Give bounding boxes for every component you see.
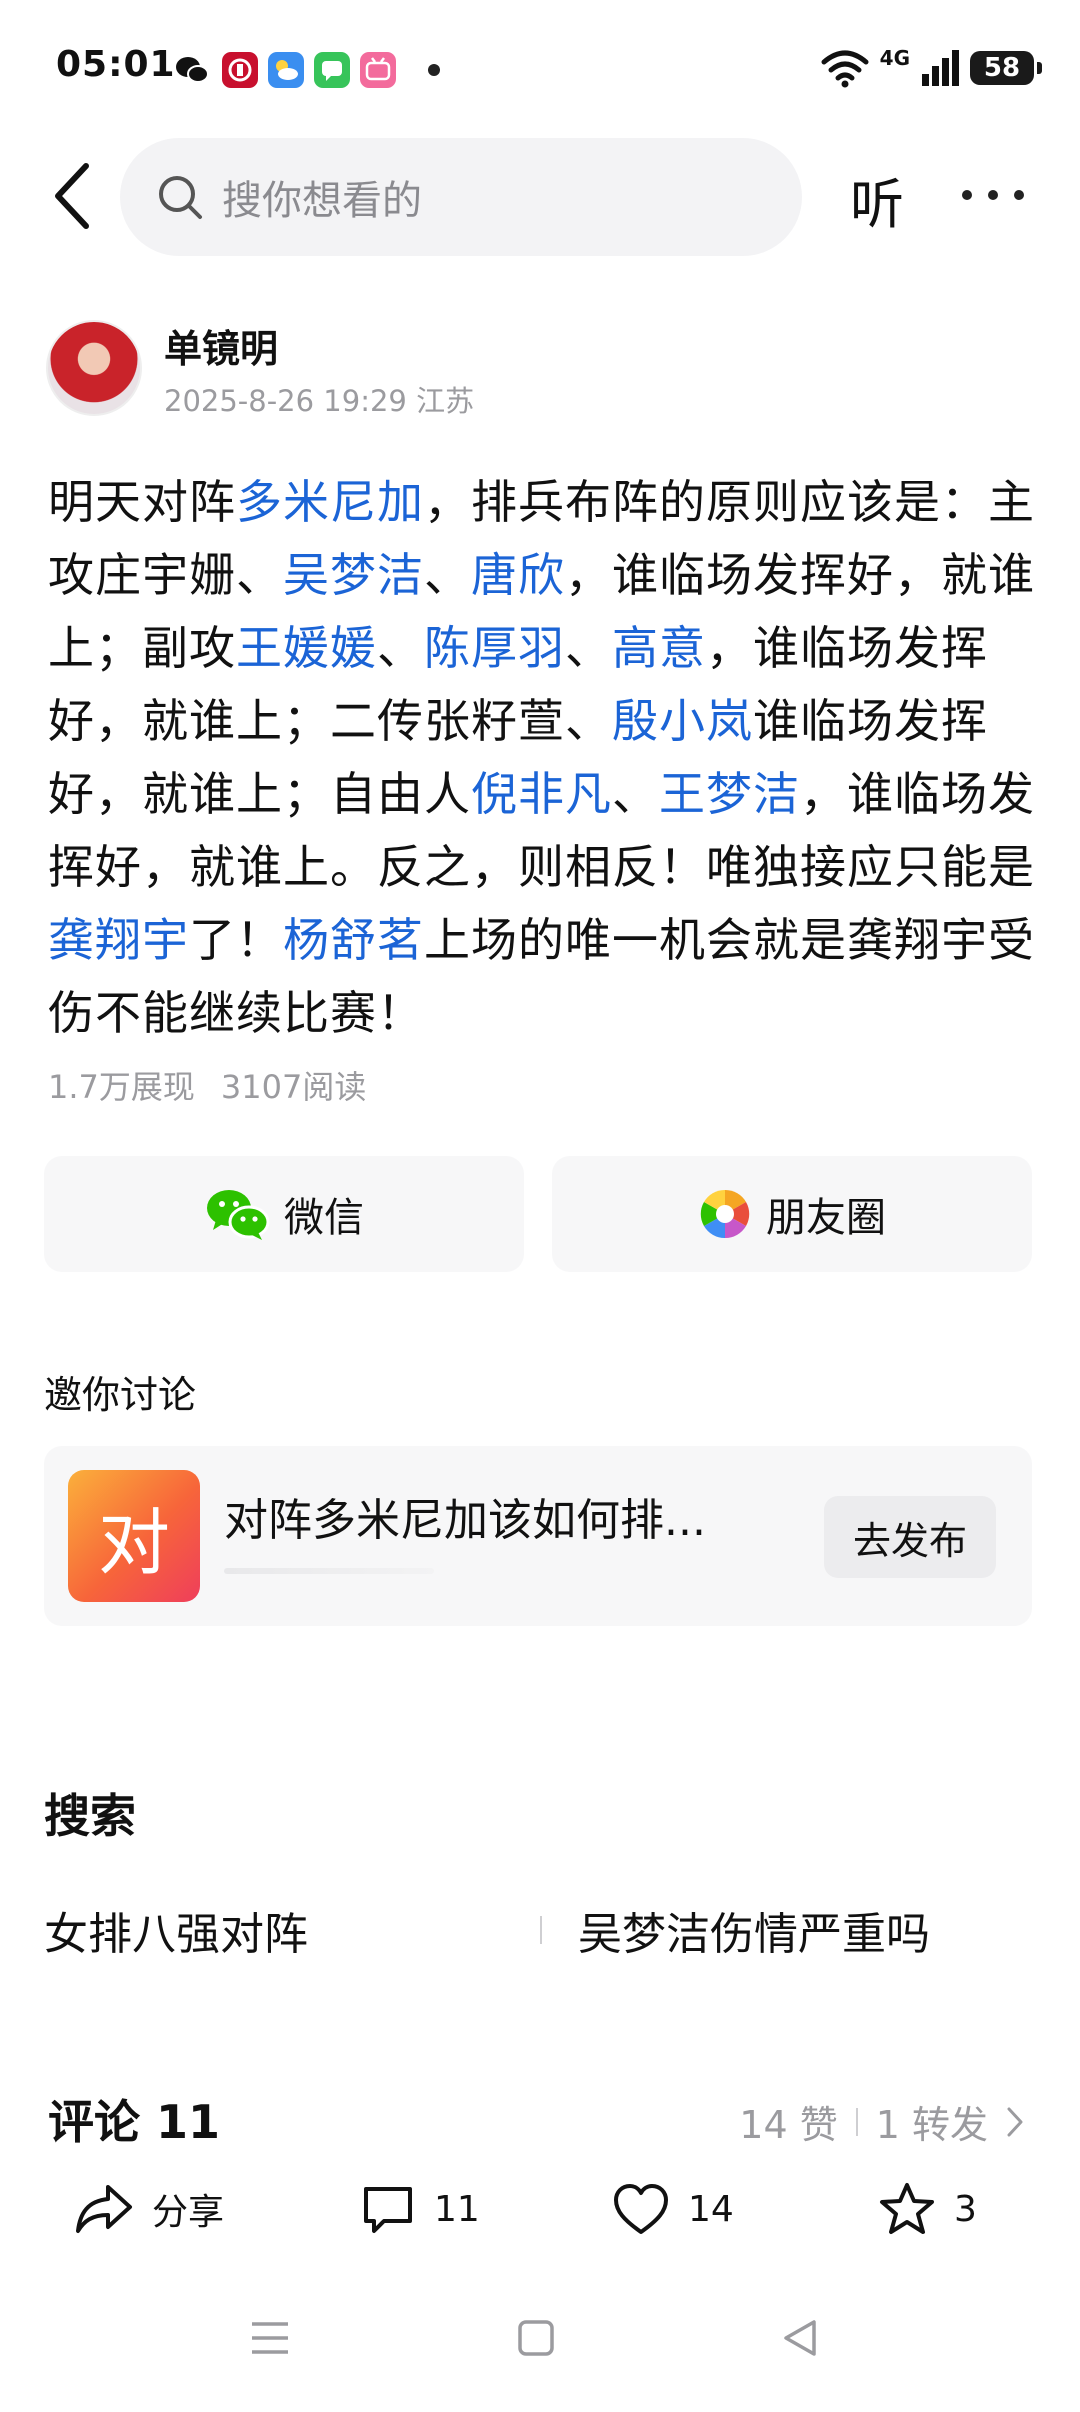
discussion-section-label: 邀你讨论 (44, 1373, 197, 1417)
search-placeholder: 搜你想看的 (222, 178, 422, 224)
comment-action-button[interactable]: 11 (360, 2176, 480, 2242)
share-wechat-button[interactable]: 微信 (44, 1156, 524, 1272)
post-stats: 1.7万展现 3107阅读 (48, 1062, 366, 1108)
heart-icon (614, 2184, 668, 2234)
share-action-button[interactable]: 分享 (74, 2176, 224, 2242)
post-text: 明天对阵 (48, 475, 236, 529)
wechat-notification-icon (174, 52, 210, 88)
battery-indicator: 58 (970, 51, 1042, 85)
back-button[interactable] (48, 160, 100, 232)
post-keyword-link[interactable]: 龚翔宇 (48, 913, 189, 967)
post-text: 了！ (189, 913, 283, 967)
post-text: 、 (612, 767, 659, 821)
post-keyword-link[interactable]: 杨舒茗 (283, 913, 424, 967)
post-keyword-link[interactable]: 陈厚羽 (424, 621, 565, 675)
post-keyword-link[interactable]: 王媛媛 (236, 621, 377, 675)
status-time: 05:01 (56, 44, 176, 85)
discussion-title: 对阵多米尼加该如何排... (224, 1495, 706, 1546)
share-icon (76, 2185, 132, 2233)
menu-icon (252, 2322, 288, 2354)
favorite-count: 3 (954, 2188, 977, 2230)
more-dot-icon (988, 190, 998, 200)
more-dot-icon (1014, 190, 1024, 200)
nav-recents-button[interactable] (248, 2318, 292, 2362)
author-avatar[interactable] (46, 320, 142, 416)
square-icon (518, 2320, 554, 2356)
more-options-button[interactable] (962, 190, 1024, 200)
likes-summary: 14 赞 (739, 2103, 838, 2147)
search-section-heading: 搜索 (44, 1789, 136, 1843)
wechat-label: 微信 (284, 1195, 364, 1241)
messages-notification-icon (314, 52, 350, 88)
post-keyword-link[interactable]: 多米尼加 (236, 475, 424, 529)
chevron-left-icon (55, 163, 89, 229)
search-suggestion[interactable]: 吴梦洁伤情严重吗 (578, 1898, 930, 1962)
status-bar: 05:01 4G 58 (0, 0, 1080, 140)
more-notifications-dot (428, 64, 440, 76)
reads-count: 3107阅读 (220, 1068, 367, 1106)
network-type: 4G (879, 46, 910, 70)
post-text: 、 (565, 621, 612, 675)
chevron-right-icon (1007, 2107, 1023, 2136)
reposts-summary: 1 转发 (875, 2103, 988, 2147)
moments-label: 朋友圈 (766, 1195, 886, 1241)
post-keyword-link[interactable]: 唐欣 (471, 548, 565, 602)
nav-home-button[interactable] (516, 2318, 556, 2362)
comment-icon (364, 2187, 412, 2233)
post-text: 、 (424, 548, 471, 602)
discussion-topic-icon: 对 (68, 1470, 200, 1602)
favorite-action-button[interactable]: 3 (878, 2176, 977, 2242)
post-keyword-link[interactable]: 吴梦洁 (283, 548, 424, 602)
nav-back-button[interactable] (780, 2318, 820, 2362)
engagement-summary[interactable]: 14 赞 1 转发 (739, 2094, 1024, 2149)
more-dot-icon (962, 190, 972, 200)
post-keyword-link[interactable]: 高意 (612, 621, 706, 675)
triangle-back-icon (784, 2320, 816, 2356)
wechat-icon (207, 1190, 270, 1240)
signal-icon (922, 50, 959, 86)
search-bar[interactable]: 搜你想看的 (120, 138, 802, 256)
comments-heading: 评论 11 (48, 2095, 221, 2149)
search-icon (159, 176, 202, 219)
suggestion-divider (540, 1916, 542, 1944)
summary-divider (855, 2107, 858, 2136)
like-action-button[interactable]: 14 (612, 2176, 734, 2242)
bilibili-notification-icon (360, 52, 396, 88)
post-meta: 2025-8-26 19:29 江苏 (164, 384, 475, 418)
post-keyword-link[interactable]: 倪非凡 (471, 767, 612, 821)
post-keyword-link[interactable]: 王梦洁 (659, 767, 800, 821)
discussion-card[interactable]: 对 对阵多米尼加该如何排... 去发布 (44, 1446, 1032, 1626)
discussion-participants-bar (224, 1568, 434, 1574)
search-suggestion[interactable]: 女排八强对阵 (44, 1898, 308, 1962)
listen-button[interactable]: 听 (850, 160, 904, 239)
share-action-label: 分享 (152, 2192, 225, 2233)
impressions-count: 1.7万展现 (48, 1068, 195, 1106)
post-body: 明天对阵多米尼加，排兵布阵的原则应该是：主攻庄宇姗、吴梦洁、唐欣，谁临场发挥好，… (48, 466, 1038, 1050)
wifi-icon (821, 50, 869, 88)
post-text: 、 (377, 621, 424, 675)
star-icon (880, 2183, 934, 2234)
share-moments-button[interactable]: 朋友圈 (552, 1156, 1032, 1272)
system-status-icons: 4G 58 (820, 46, 1042, 90)
comment-count: 11 (434, 2188, 480, 2230)
publish-button[interactable]: 去发布 (824, 1496, 996, 1578)
weather-notification-icon (268, 52, 304, 88)
post-keyword-link[interactable]: 殷小岚 (612, 694, 753, 748)
moments-icon (700, 1189, 750, 1239)
bank-app-notification-icon (222, 52, 258, 88)
like-count: 14 (688, 2188, 734, 2230)
author-name[interactable]: 单镜明 (164, 318, 278, 373)
